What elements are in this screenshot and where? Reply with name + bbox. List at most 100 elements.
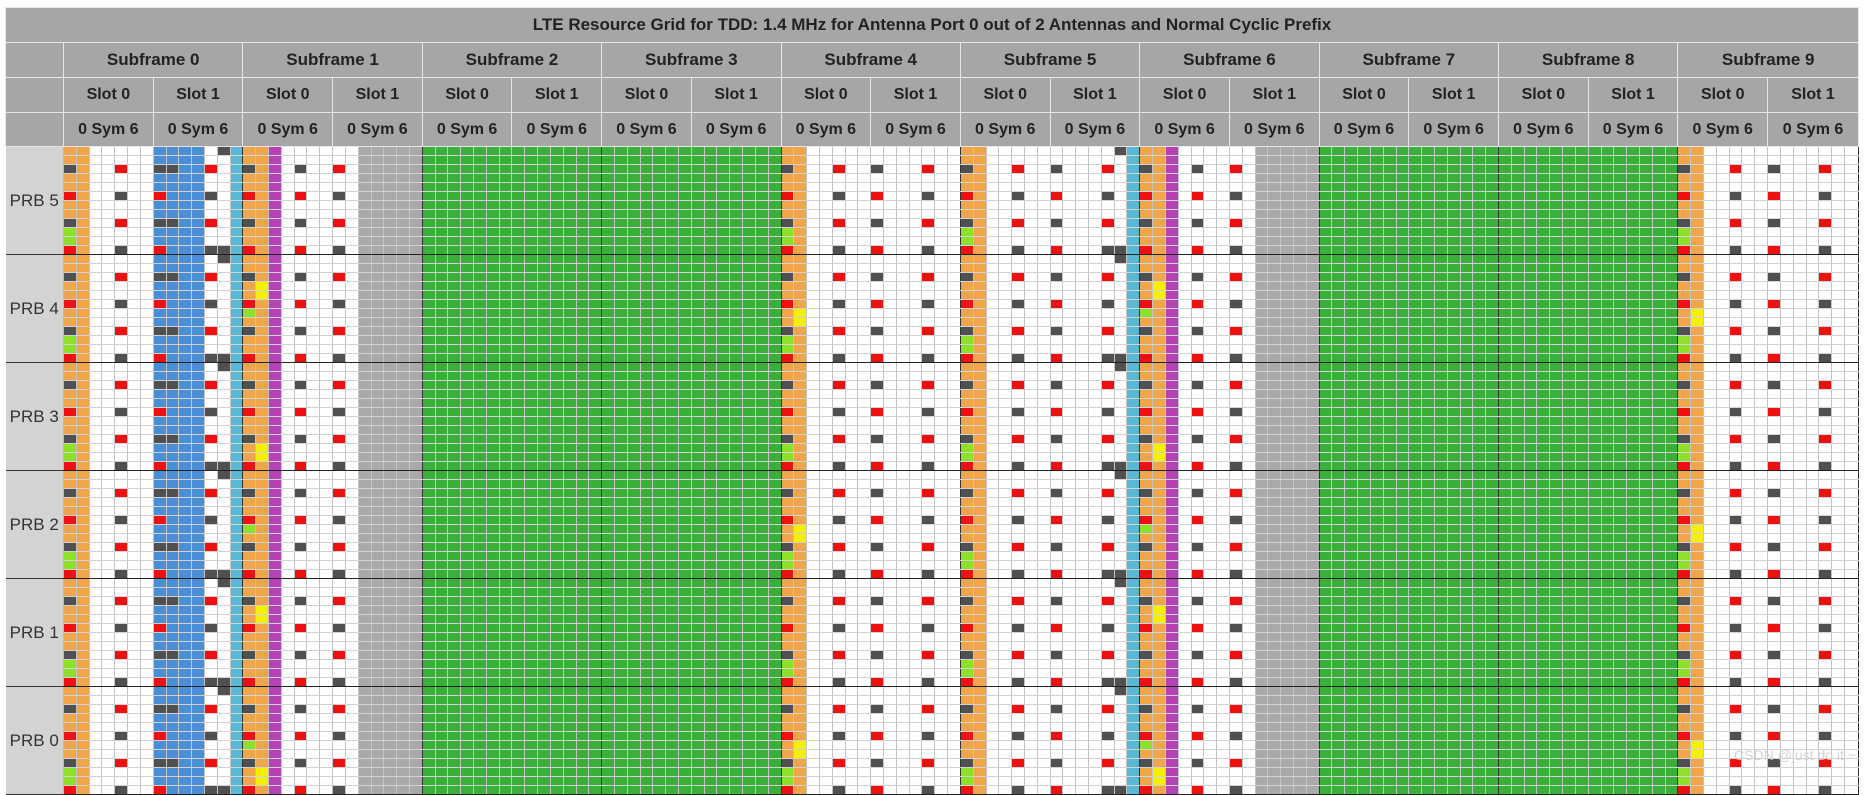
resource-element [1306, 209, 1320, 219]
resource-element [101, 236, 116, 246]
resource-element [499, 344, 513, 354]
resource-element [896, 155, 910, 165]
resource-element [127, 254, 141, 264]
resource-element [524, 200, 539, 210]
resource-element [371, 434, 385, 444]
resource-element [1536, 263, 1551, 273]
resource-element [1331, 191, 1346, 201]
resource-element [332, 263, 346, 273]
resource-element [973, 326, 987, 336]
resource-element [447, 146, 462, 156]
resource-element [1601, 443, 1615, 453]
resource-element [1383, 155, 1397, 165]
resource-element [511, 182, 526, 192]
resource-element [204, 398, 218, 408]
resource-element [1780, 362, 1794, 372]
resource-element [845, 173, 859, 183]
resource-element [1690, 434, 1704, 444]
resource-element [1818, 290, 1833, 300]
resource-element [1101, 326, 1115, 336]
resource-element [409, 146, 423, 156]
resource-element [1357, 443, 1371, 453]
resource-element [89, 191, 103, 201]
resource-element [1549, 236, 1564, 246]
resource-element [793, 353, 808, 363]
resource-element [819, 146, 833, 156]
resource-element [947, 353, 961, 363]
resource-element [1191, 290, 1205, 300]
resource-element [742, 227, 756, 237]
resource-element [332, 335, 346, 345]
resource-element [1485, 272, 1499, 282]
resource-element [1447, 443, 1461, 453]
resource-element [1088, 425, 1102, 435]
resource-element [665, 146, 679, 156]
resource-element [1626, 308, 1640, 318]
resource-element [883, 254, 897, 264]
resource-element [729, 389, 744, 399]
resource-element [588, 218, 603, 228]
resource-element [640, 218, 654, 228]
resource-element [1024, 146, 1038, 156]
resource-element [537, 299, 551, 309]
resource-element [768, 371, 782, 381]
resource-element [921, 452, 936, 462]
resource-element [1716, 173, 1730, 183]
resource-element [1267, 272, 1282, 282]
resource-element [1088, 281, 1102, 291]
resource-element [1165, 407, 1179, 417]
resource-element [1255, 254, 1269, 264]
resource-element [1460, 326, 1474, 336]
resource-element [204, 290, 218, 300]
resource-element [1139, 155, 1154, 165]
resource-element [422, 434, 436, 444]
resource-element [1229, 272, 1243, 282]
resource-element [281, 308, 295, 318]
resource-element [742, 272, 756, 282]
resource-element [781, 425, 795, 435]
resource-element [166, 200, 180, 210]
resource-element [1780, 263, 1794, 273]
resource-element [1626, 272, 1640, 282]
resource-element [973, 443, 987, 453]
resource-element [1652, 380, 1666, 390]
resource-element [1818, 236, 1833, 246]
resource-element [1280, 317, 1294, 327]
symbol-range-header: 0 Sym 6 [63, 112, 154, 147]
resource-element [1242, 209, 1256, 219]
resource-element [396, 299, 410, 309]
resource-element [691, 380, 705, 390]
resource-element [345, 155, 359, 165]
resource-element [230, 389, 244, 399]
resource-element [1767, 452, 1781, 462]
resource-element [191, 281, 205, 291]
resource-element [1601, 362, 1615, 372]
resource-element [89, 416, 103, 426]
resource-element [1844, 389, 1860, 399]
resource-element [89, 182, 103, 192]
resource-element [1831, 200, 1845, 210]
resource-element [729, 272, 744, 282]
resource-element [1575, 272, 1589, 282]
resource-element [114, 290, 129, 300]
resource-element [345, 344, 359, 354]
resource-element [1549, 218, 1564, 228]
resource-element [1255, 443, 1269, 453]
resource-element [781, 371, 795, 381]
resource-element [1242, 443, 1256, 453]
resource-element [1255, 263, 1269, 273]
resource-element [1716, 245, 1730, 255]
resource-element [678, 353, 692, 363]
resource-element [742, 398, 756, 408]
resource-element [1588, 236, 1602, 246]
resource-element [1831, 362, 1845, 372]
resource-element [1421, 317, 1435, 327]
resource-element [1818, 452, 1833, 462]
resource-element [294, 200, 308, 210]
resource-element [998, 407, 1013, 417]
subcarrier-row [6, 218, 1860, 228]
resource-element [140, 272, 154, 282]
resource-element [806, 182, 820, 192]
resource-element [319, 146, 334, 156]
resource-element [1729, 173, 1743, 183]
